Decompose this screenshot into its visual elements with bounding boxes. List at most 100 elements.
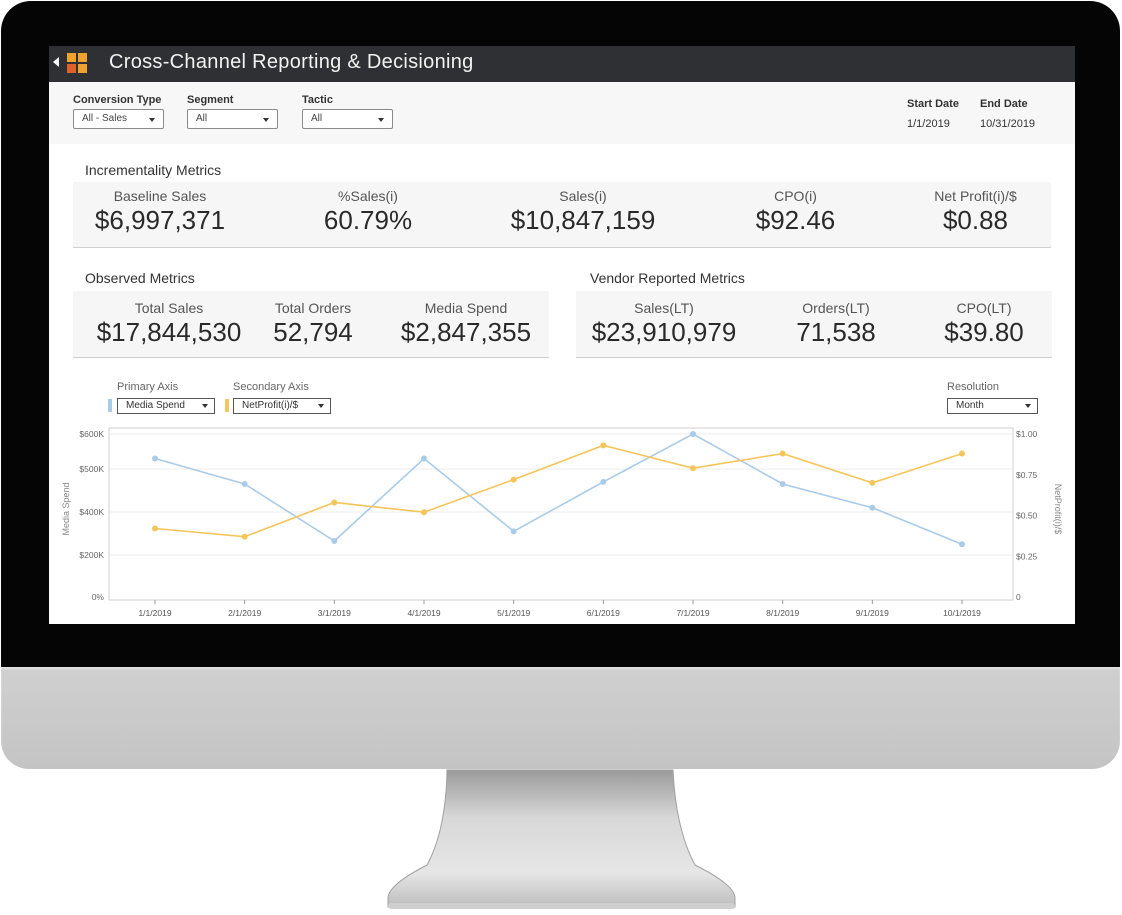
netprofit-point[interactable] bbox=[869, 479, 876, 486]
metric-value: $10,847,159 bbox=[510, 205, 656, 235]
plot-area-border bbox=[108, 427, 1014, 601]
metric-label: CPO(i) bbox=[774, 188, 817, 204]
chevron-down-icon bbox=[202, 404, 208, 408]
end-date-value[interactable]: 10/31/2019 bbox=[980, 118, 1035, 130]
metric-sales-lt: Sales(LT) $23,910,979 bbox=[576, 300, 752, 348]
conversion-type-select[interactable]: All - Sales bbox=[73, 109, 164, 129]
metric-label: Sales(i) bbox=[559, 188, 607, 204]
select-value: NetProfit(i)/$ bbox=[242, 400, 299, 411]
page-title: Cross-Channel Reporting & Decisioning bbox=[109, 51, 474, 73]
netprofit-point[interactable] bbox=[241, 533, 248, 540]
x-tick-label: 4/1/2019 bbox=[407, 608, 440, 618]
primary-axis-select[interactable]: Media Spend bbox=[117, 398, 215, 414]
app-grid-logo-icon[interactable] bbox=[67, 53, 87, 73]
start-date-value[interactable]: 1/1/2019 bbox=[907, 118, 959, 130]
netprofit-point[interactable] bbox=[421, 509, 427, 516]
netprofit-point[interactable] bbox=[779, 450, 786, 457]
secondary-axis-select[interactable]: NetProfit(i)/$ bbox=[233, 398, 331, 414]
media-spend-point[interactable] bbox=[869, 504, 876, 511]
y2-tick-label: $0.50 bbox=[1016, 511, 1038, 521]
netprofit-point[interactable] bbox=[959, 450, 965, 457]
metric-orders-lt: Orders(LT) 71,538 bbox=[781, 300, 891, 348]
media-spend-point[interactable] bbox=[600, 478, 607, 485]
segment-select[interactable]: All bbox=[187, 109, 278, 129]
end-date-label: End Date bbox=[980, 98, 1028, 110]
netprofit-point[interactable] bbox=[600, 442, 607, 449]
y-tick-label: $500K bbox=[79, 464, 104, 474]
metric-value: $23,910,979 bbox=[591, 317, 737, 347]
metric-label: Sales(LT) bbox=[634, 300, 694, 316]
vendor-title: Vendor Reported Metrics bbox=[590, 270, 745, 286]
metric-label: Baseline Sales bbox=[113, 188, 207, 204]
y2-tick-label: $1.00 bbox=[1016, 429, 1038, 439]
metric-value: $2,847,355 bbox=[400, 317, 532, 347]
back-arrow-icon[interactable] bbox=[53, 57, 59, 67]
select-value: All bbox=[196, 113, 208, 124]
netprofit-point[interactable] bbox=[510, 476, 517, 483]
metric-pct-sales-i: %Sales(i) 60.79% bbox=[283, 188, 453, 236]
y-tick-label: $400K bbox=[79, 507, 104, 517]
media-spend-series-line bbox=[154, 433, 963, 546]
tactic-select[interactable]: All bbox=[302, 109, 393, 129]
filter-conversion-type: Conversion Type All - Sales bbox=[73, 94, 164, 129]
metric-value: $0.88 bbox=[942, 205, 1009, 235]
media-spend-point[interactable] bbox=[779, 481, 786, 488]
media-spend-point[interactable] bbox=[959, 541, 965, 548]
y-tick-label: $200K bbox=[79, 550, 104, 560]
metric-label: Media Spend bbox=[424, 300, 508, 316]
resolution-label: Resolution bbox=[947, 381, 999, 393]
start-date: Start Date 1/1/2019 bbox=[907, 98, 959, 130]
secondary-series-swatch bbox=[225, 399, 229, 412]
metric-total-orders: Total Orders 52,794 bbox=[263, 300, 363, 348]
netprofit-point[interactable] bbox=[690, 465, 696, 472]
end-date: End Date 10/31/2019 bbox=[980, 98, 1035, 130]
x-tick-label: 5/1/2019 bbox=[497, 608, 530, 618]
chevron-down-icon bbox=[149, 118, 155, 122]
media-spend-point[interactable] bbox=[331, 538, 338, 545]
x-tick-label: 1/1/2019 bbox=[138, 608, 171, 618]
chevron-down-icon bbox=[378, 118, 384, 122]
y-axis-title: Media Spend bbox=[61, 482, 71, 535]
filter-segment: Segment All bbox=[187, 94, 278, 129]
media-spend-point[interactable] bbox=[241, 481, 248, 488]
metric-value: 71,538 bbox=[796, 317, 876, 347]
x-tick-label: 7/1/2019 bbox=[676, 608, 709, 618]
metric-cpo-i: CPO(i) $92.46 bbox=[728, 188, 863, 236]
y2-tick-label: $0.25 bbox=[1016, 551, 1038, 561]
metric-value: $6,997,371 bbox=[94, 205, 226, 235]
chevron-down-icon bbox=[318, 404, 324, 408]
app-screen: Cross-Channel Reporting & Decisioning Co… bbox=[49, 46, 1075, 624]
x-tick-label: 6/1/2019 bbox=[587, 608, 620, 618]
metric-label: Net Profit(i)/$ bbox=[934, 188, 1017, 204]
metric-baseline-sales: Baseline Sales $6,997,371 bbox=[73, 188, 247, 236]
filter-bar: Conversion Type All - Sales Segment All … bbox=[49, 82, 1075, 144]
media-spend-point[interactable] bbox=[510, 528, 517, 535]
y2-axis-title: NetProfit(i)/$ bbox=[1053, 484, 1063, 535]
observed-metrics: Total Sales $17,844,530 Total Orders 52,… bbox=[73, 291, 549, 358]
incrementality-title: Incrementality Metrics bbox=[85, 162, 222, 178]
resolution-select[interactable]: Month bbox=[947, 398, 1038, 414]
x-tick-label: 3/1/2019 bbox=[318, 608, 351, 618]
secondary-axis-label: Secondary Axis bbox=[233, 381, 309, 393]
x-tick-label: 8/1/2019 bbox=[766, 608, 799, 618]
metric-label: Total Sales bbox=[134, 300, 204, 316]
media-spend-point[interactable] bbox=[690, 431, 696, 437]
monitor-chin bbox=[1, 667, 1120, 769]
filter-label: Tactic bbox=[302, 94, 333, 106]
metric-value: $39.80 bbox=[944, 317, 1024, 347]
chevron-down-icon bbox=[1025, 404, 1031, 408]
metric-cpo-lt: CPO(LT) $39.80 bbox=[926, 300, 1042, 348]
metric-value: $92.46 bbox=[755, 205, 836, 235]
media-spend-point[interactable] bbox=[152, 455, 158, 462]
x-tick-label: 10/1/2019 bbox=[943, 608, 981, 618]
metric-label: %Sales(i) bbox=[338, 188, 398, 204]
select-value: All bbox=[311, 113, 323, 124]
netprofit-point[interactable] bbox=[152, 525, 158, 532]
metric-value: $17,844,530 bbox=[96, 317, 242, 347]
netprofit-series-line bbox=[154, 444, 963, 538]
media-spend-point[interactable] bbox=[421, 455, 427, 462]
primary-axis-label: Primary Axis bbox=[117, 381, 179, 393]
filter-label: Conversion Type bbox=[73, 94, 162, 106]
metric-sales-i: Sales(i) $10,847,159 bbox=[493, 188, 673, 236]
netprofit-point[interactable] bbox=[331, 499, 338, 506]
